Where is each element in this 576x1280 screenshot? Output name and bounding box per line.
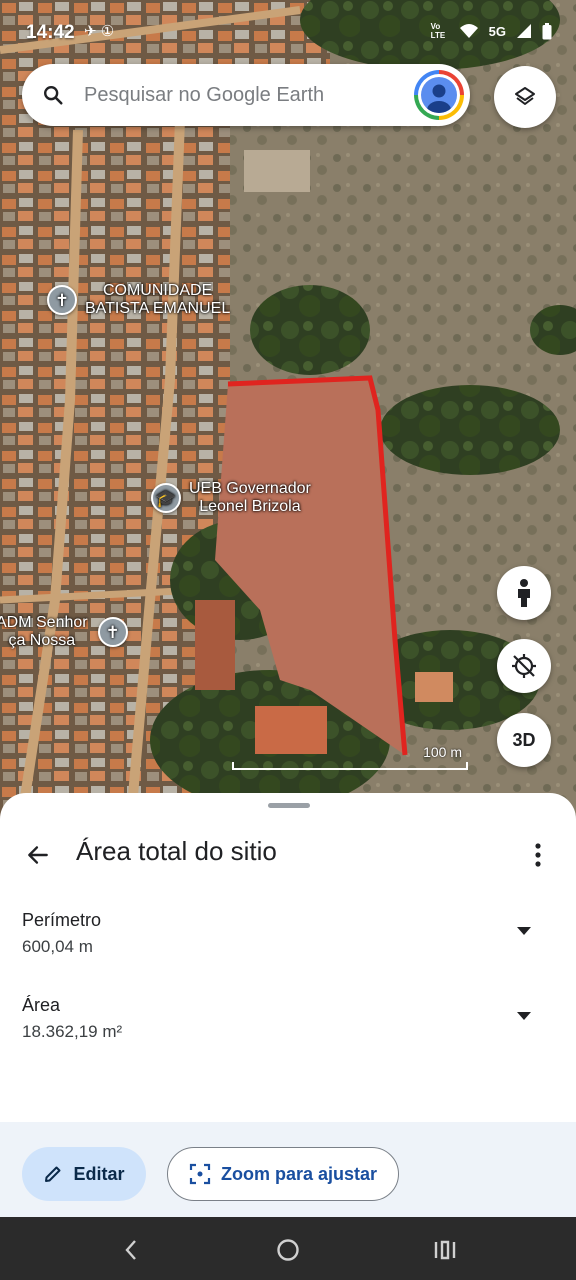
- zoom-label: Zoom para ajustar: [220, 1163, 378, 1184]
- recents-icon: [434, 1240, 456, 1260]
- pencil-icon: [45, 1166, 61, 1182]
- battery-icon: [542, 22, 552, 39]
- location-off-icon: [512, 654, 536, 678]
- dropdown-arrow-icon[interactable]: [516, 926, 532, 936]
- sheet-title: Área total do sitio: [76, 836, 277, 866]
- edit-label: Editar: [73, 1163, 125, 1184]
- school-icon: 🎓: [151, 483, 181, 514]
- dropdown-arrow-icon[interactable]: [516, 1011, 532, 1021]
- back-button[interactable]: [20, 837, 56, 873]
- zoom-to-fit-button[interactable]: Zoom para ajustar: [167, 1147, 399, 1201]
- signal-icon: [517, 24, 531, 38]
- poi-label: UEB Governador Leonel Brizola: [189, 480, 311, 517]
- nav-home-button[interactable]: [273, 1235, 303, 1265]
- poi-label-line2: ça Nossa: [8, 632, 76, 650]
- arrow-back-icon: [28, 846, 48, 864]
- poi-comunidade-batista[interactable]: ✝ COMUNIDADE BATISTA EMANUEL: [47, 282, 230, 319]
- poi-label-line1: ADM Senhor: [0, 614, 88, 631]
- user-icon: [421, 77, 457, 113]
- more-vert-icon: [535, 843, 541, 867]
- poi-label-line2: Leonel Brizola: [199, 498, 301, 516]
- poi-adm-senhor[interactable]: ✝ ADM Senhor ça Nossa: [0, 614, 128, 651]
- more-options-button[interactable]: [524, 837, 552, 873]
- nav-back-button[interactable]: [116, 1235, 146, 1265]
- poi-label: COMUNIDADE BATISTA EMANUEL: [85, 282, 230, 319]
- fit-screen-icon: [189, 1163, 211, 1185]
- search-icon: [22, 84, 84, 106]
- status-bar: 14:42 ✈ ① Vo LTE 5G: [0, 0, 576, 64]
- drag-handle[interactable]: [268, 803, 310, 808]
- map-scale: 100 m: [232, 744, 468, 770]
- status-time: 14:42: [26, 22, 75, 43]
- status-indicators: Vo LTE 5G: [431, 22, 552, 40]
- system-nav-bar: [0, 1217, 576, 1280]
- perimeter-value: 600,04 m: [22, 937, 93, 956]
- satellite-map[interactable]: 14:42 ✈ ① Vo LTE 5G Pesquisar no Google …: [0, 0, 576, 830]
- poi-label: ADM Senhor ça Nossa: [0, 614, 88, 651]
- home-circle-icon: [277, 1239, 299, 1261]
- cross-icon: ✝: [97, 617, 128, 648]
- lte-indicator: Vo LTE: [430, 22, 446, 40]
- layers-icon: [515, 87, 535, 105]
- perimeter-row[interactable]: Perímetro 600,04 m: [22, 910, 532, 957]
- chevron-left-icon: [125, 1240, 136, 1260]
- location-button[interactable]: [497, 639, 551, 693]
- perimeter-label: Perímetro: [22, 910, 102, 930]
- notification-icons: ✈ ①: [84, 23, 115, 40]
- layers-button[interactable]: [494, 66, 556, 128]
- search-bar[interactable]: Pesquisar no Google Earth: [22, 64, 470, 126]
- edit-button[interactable]: Editar: [22, 1147, 146, 1201]
- area-row[interactable]: Área 18.362,19 m²: [22, 995, 532, 1042]
- account-avatar[interactable]: [414, 70, 464, 120]
- area-value: 18.362,19 m²: [22, 1022, 123, 1041]
- poi-label-line1: COMUNIDADE: [102, 282, 213, 299]
- search-input[interactable]: Pesquisar no Google Earth: [84, 84, 414, 107]
- nav-recents-button[interactable]: [430, 1235, 460, 1265]
- poi-label-line1: UEB Governador: [189, 480, 311, 497]
- poi-label-line2: BATISTA EMANUEL: [85, 300, 231, 318]
- action-bar: Editar Zoom para ajustar: [0, 1122, 576, 1217]
- 3d-view-button[interactable]: 3D: [497, 713, 551, 767]
- poi-ueb-governador[interactable]: 🎓 UEB Governador Leonel Brizola: [151, 480, 311, 517]
- network-type: 5G: [488, 23, 506, 39]
- cross-icon: ✝: [47, 285, 77, 316]
- area-label: Área: [22, 995, 61, 1015]
- scale-bar: [232, 762, 468, 770]
- scale-label: 100 m: [423, 744, 462, 760]
- wifi-icon: [459, 24, 478, 38]
- pegman-icon: [518, 579, 530, 607]
- street-view-button[interactable]: [497, 566, 551, 620]
